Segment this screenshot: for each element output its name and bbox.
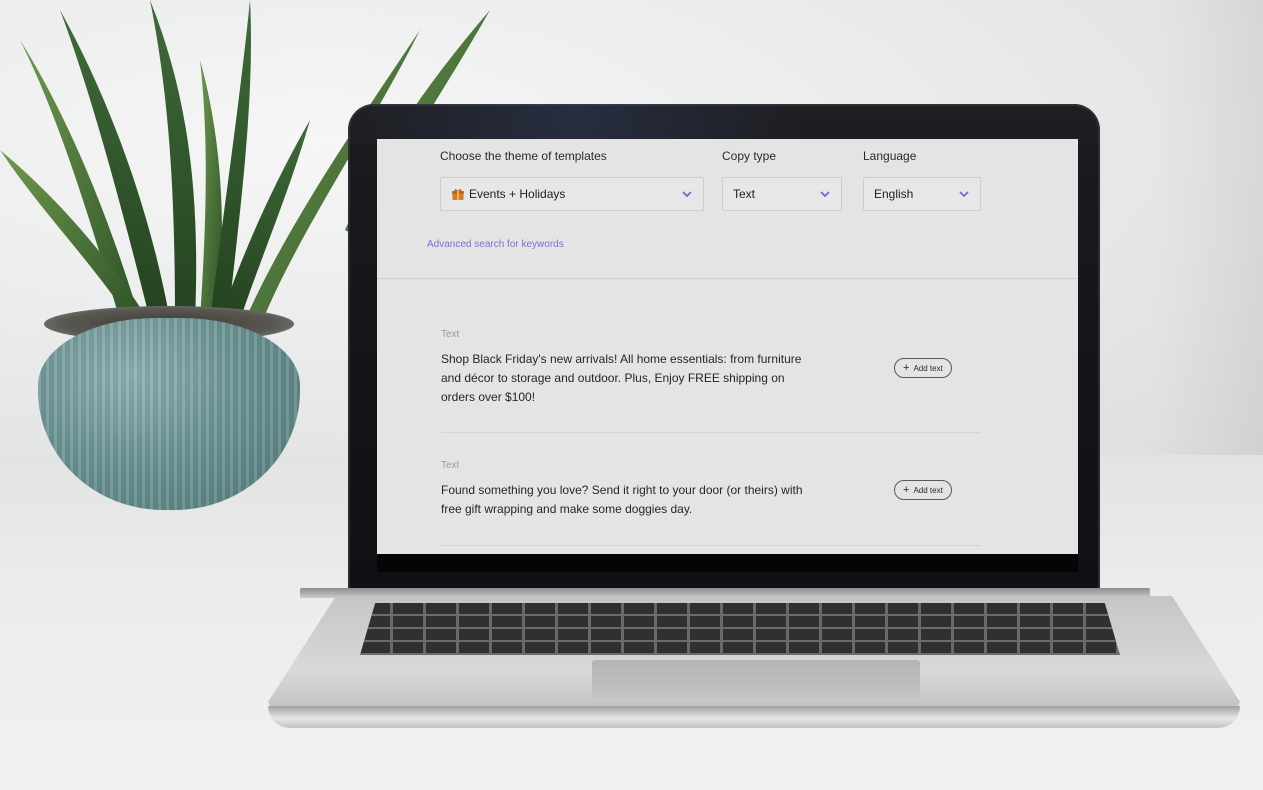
results-list: Text Shop Black Friday's new arrivals! A… (377, 279, 1078, 570)
keyboard-rows (360, 603, 1120, 655)
add-text-label: Add text (913, 485, 943, 495)
add-text-button[interactable]: + Add text (894, 480, 952, 500)
theme-select-value: Events + Holidays (469, 187, 566, 201)
list-divider (441, 545, 981, 546)
laptop-front-edge (268, 706, 1240, 728)
screen-bezel-bottom (377, 554, 1078, 572)
lid-reflection (348, 104, 1100, 144)
chevron-down-icon (681, 188, 693, 200)
copy-text: Found something you love? Send it right … (441, 483, 803, 516)
plus-icon: + (903, 361, 910, 374)
wall-shadow (1153, 0, 1263, 470)
chevron-down-icon (819, 188, 831, 200)
copy-type-label: Copy type (722, 149, 777, 163)
copy-type-tag: Text (441, 329, 460, 340)
plus-icon: + (903, 483, 910, 496)
gift-icon (451, 187, 465, 201)
add-text-button[interactable]: + Add text (894, 358, 952, 378)
copy-text: Shop Black Friday's new arrivals! All ho… (441, 352, 802, 404)
theme-select[interactable]: Events + Holidays (440, 177, 704, 211)
copy-type-tag: Text (441, 460, 460, 471)
language-label: Language (863, 149, 917, 163)
language-select-value: English (874, 187, 914, 201)
list-divider (441, 432, 981, 433)
copy-type-select[interactable]: Text (722, 177, 842, 211)
advanced-search-link[interactable]: Advanced search for keywords (427, 239, 564, 250)
laptop-trackpad (592, 660, 920, 698)
language-select[interactable]: English (863, 177, 981, 211)
filters-panel: Choose the theme of templates Copy type … (377, 139, 1078, 279)
chevron-down-icon (958, 188, 970, 200)
copy-type-select-value: Text (733, 187, 756, 201)
add-text-label: Add text (913, 363, 943, 373)
theme-label: Choose the theme of templates (440, 149, 607, 163)
laptop-screen: Choose the theme of templates Copy type … (377, 139, 1078, 570)
